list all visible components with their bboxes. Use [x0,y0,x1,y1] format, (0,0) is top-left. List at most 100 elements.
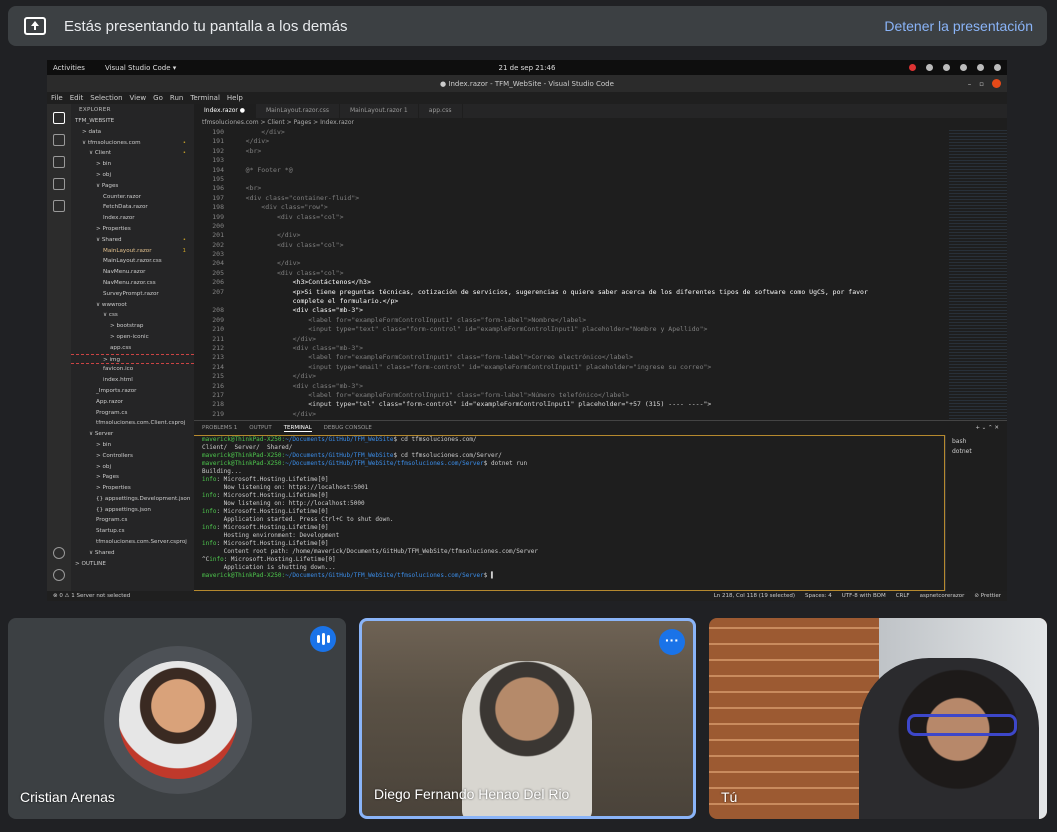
menu-item[interactable]: File [51,94,63,102]
menu-item[interactable]: Selection [90,94,122,102]
code-line[interactable]: @* Footer *@ [230,166,949,175]
participant-tile-1[interactable]: Cristian Arenas [8,618,346,819]
tree-item[interactable]: _Imports.razor [71,386,194,397]
tree-item[interactable]: ∨ Client • [71,148,194,159]
status-problems[interactable]: ⊗ 0 ⚠ 1 Server not selected [53,593,130,599]
tree-item[interactable]: index.html [71,375,194,386]
tree-item[interactable]: MainLayout.razor 1 [71,246,194,257]
code-line[interactable]: <div class="col"> [230,241,949,250]
panel-tab[interactable]: DEBUG CONSOLE [324,425,372,431]
code-line[interactable] [230,222,949,231]
tree-item[interactable]: > Controllers [71,451,194,462]
app-menu[interactable]: Visual Studio Code ▾ [105,64,176,72]
stop-presenting-button[interactable]: Detener la presentación [884,18,1033,34]
editor-tab[interactable]: app.css [419,104,463,118]
menu-item[interactable]: Help [227,94,243,102]
code-line[interactable]: <div class="col"> [230,213,949,222]
tree-item[interactable]: Index.razor [71,213,194,224]
run-debug-icon[interactable] [53,178,65,190]
panel-tab[interactable]: OUTPUT [249,425,271,431]
tree-item[interactable]: > Pages [71,472,194,483]
tree-item[interactable]: ∨ Server [71,429,194,440]
menu-item[interactable]: View [130,94,147,102]
code-line[interactable]: </div> [230,372,949,381]
menu-item[interactable]: Run [170,94,183,102]
breadcrumb[interactable]: tfmsoluciones.com > Client > Pages > Ind… [194,118,1007,128]
status-item[interactable]: UTF-8 with BOM [842,593,886,599]
code-line[interactable] [230,156,949,165]
tree-item[interactable]: NavMenu.razor.css [71,278,194,289]
tree-item[interactable]: ∨ Shared [71,548,194,559]
code-line[interactable]: <p>Si tiene preguntas técnicas, cotizaci… [230,288,949,297]
more-options-icon[interactable]: ··· [659,629,685,655]
tree-item[interactable]: app.css [71,343,194,354]
system-tray[interactable] [909,64,1001,71]
status-item[interactable]: Spaces: 4 [805,593,832,599]
tree-item[interactable]: FetchData.razor [71,202,194,213]
editor-tab[interactable]: MainLayout.razor 1 [340,104,419,118]
tree-item[interactable]: > bootstrap [71,321,194,332]
close-icon[interactable] [992,79,1001,88]
status-item[interactable]: Ln 218, Col 118 (19 selected) [714,593,795,599]
menu-item[interactable]: Go [153,94,163,102]
panel-tab[interactable]: TERMINAL [283,425,312,432]
code-line[interactable]: <input type="email" class="form-control"… [230,363,949,372]
tree-item[interactable]: > Properties [71,224,194,235]
code-line[interactable]: <div class="mb-3"> [230,382,949,391]
tree-item[interactable]: TFM_WEBSITE [71,116,194,127]
code-line[interactable]: <div class="row"> [230,203,949,212]
tree-item[interactable]: {} appsettings.json [71,505,194,516]
tree-item[interactable]: SurveyPrompt.razor [71,289,194,300]
code-line[interactable]: <label for="exampleFormControlInput1" cl… [230,316,949,325]
tree-item[interactable]: ∨ Shared • [71,235,194,246]
code-line[interactable]: <input type="text" class="form-control" … [230,325,949,334]
terminal-instance[interactable]: dotnet [952,447,1001,457]
status-item[interactable]: ⊘ Prettier [974,593,1001,599]
tree-item[interactable]: Program.cs [71,515,194,526]
terminal-instance[interactable]: bash [952,437,1001,447]
menu-item[interactable]: Terminal [190,94,220,102]
terminal[interactable]: maverick@ThinkPad-X250:~/Documents/GitHu… [194,435,945,591]
code-line[interactable]: </div> [230,410,949,419]
menu-item[interactable]: Edit [70,94,84,102]
tree-item[interactable]: > img [71,353,194,365]
activities-button[interactable]: Activities [53,64,85,72]
code-line[interactable]: <br> [230,147,949,156]
code-line[interactable]: <div class="col"> [230,269,949,278]
status-item[interactable]: CRLF [896,593,910,599]
tree-item[interactable]: NavMenu.razor [71,267,194,278]
code-line[interactable]: <label for="exampleFormControlInput1" cl… [230,391,949,400]
code-line[interactable]: <div class="mb-3"> [230,344,949,353]
participant-tile-2[interactable]: ··· Diego Fernando Henao Del Rio [359,618,696,819]
source-control-icon[interactable] [53,156,65,168]
tree-item[interactable]: ∨ tfmsoluciones.com • [71,138,194,149]
code-line[interactable]: </div> [230,335,949,344]
tree-item[interactable]: > open-iconic [71,332,194,343]
panel-tab[interactable]: PROBLEMS 1 [202,425,237,431]
search-icon[interactable] [53,134,65,146]
tree-item[interactable]: > data [71,127,194,138]
account-icon[interactable] [53,547,65,559]
code-line[interactable] [230,175,949,184]
tree-item[interactable]: > Properties [71,483,194,494]
status-item[interactable]: aspnetcorerazor [920,593,965,599]
tree-item[interactable]: Startup.cs [71,526,194,537]
tree-item[interactable]: > obj [71,170,194,181]
tree-item[interactable]: > bin [71,159,194,170]
tree-item[interactable]: > obj [71,462,194,473]
tree-item[interactable]: Counter.razor [71,192,194,203]
code-line[interactable]: <br> [230,184,949,193]
code-editor[interactable]: 190 191 192 193 194 195 196 197 198 199 200 201 202 2… [194,128,1007,420]
tree-item[interactable]: ∨ Pages [71,181,194,192]
minimap[interactable] [949,128,1007,420]
tree-item[interactable]: Program.cs [71,408,194,419]
code-line[interactable]: complete el formulario.</p> [230,297,949,306]
code-line[interactable]: </div> [230,128,949,137]
code-lines[interactable]: </div> </div> <br> @* Footer *@ <br> <di… [230,128,949,420]
tree-item[interactable]: App.razor [71,397,194,408]
participant-tile-self[interactable]: Tú [709,618,1047,819]
maximize-icon[interactable]: ▫ [979,80,984,88]
code-line[interactable]: </div> [230,137,949,146]
tree-item[interactable]: tfmsoluciones.com.Client.csproj [71,418,194,429]
code-line[interactable] [230,250,949,259]
